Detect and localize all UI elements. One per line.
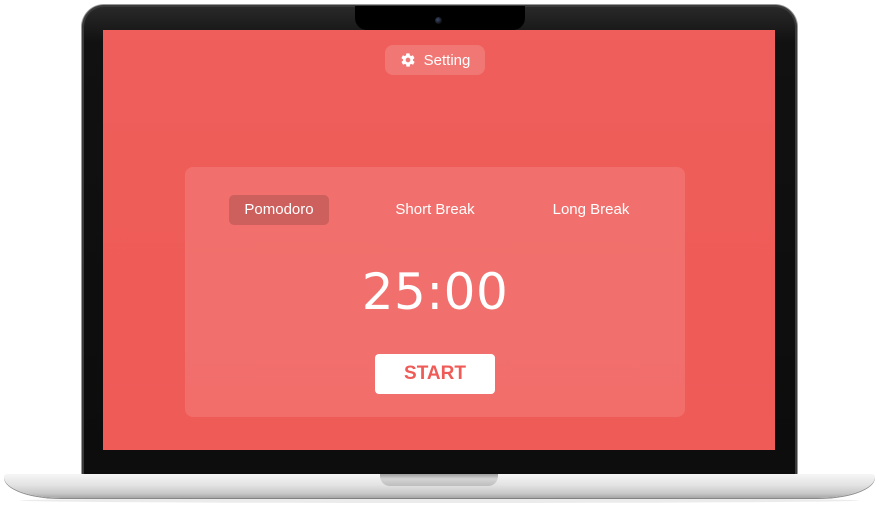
laptop-mockup: Setting Pomodoro Short Break Long Break … [0,0,879,505]
camera-icon [435,17,442,24]
timer-display: 25:00 [361,263,509,321]
app-screen: Setting Pomodoro Short Break Long Break … [103,30,775,450]
start-button[interactable]: START [375,354,495,394]
gear-icon [400,52,416,68]
mode-tabs: Pomodoro Short Break Long Break [185,195,685,225]
setting-button[interactable]: Setting [385,45,485,75]
tab-short-break[interactable]: Short Break [383,195,487,225]
tab-pomodoro[interactable]: Pomodoro [229,195,329,225]
laptop-notch [380,474,498,486]
setting-label: Setting [423,51,471,69]
bezel-bottom [84,450,795,472]
timer-card: Pomodoro Short Break Long Break 25:00 ST… [185,167,685,417]
tab-long-break[interactable]: Long Break [537,195,645,225]
